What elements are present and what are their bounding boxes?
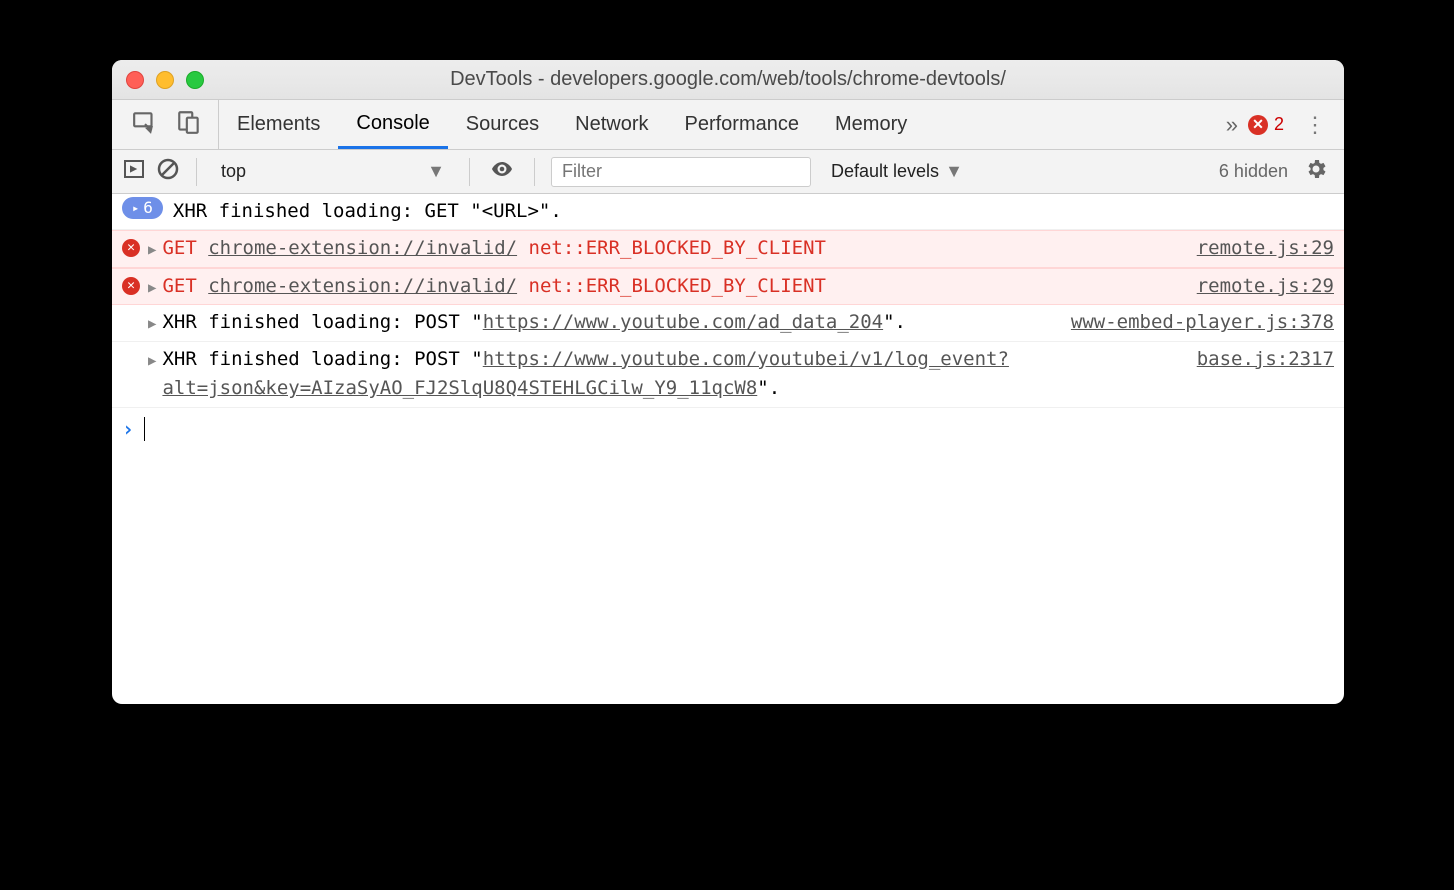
log-error-row[interactable]: ✕ ▶ GET chrome-extension://invalid/ net:… [112, 230, 1344, 267]
error-count-value: 2 [1274, 114, 1284, 135]
more-tabs-icon[interactable]: » [1226, 112, 1234, 138]
log-text: GET chrome-extension://invalid/ net::ERR… [162, 234, 1176, 263]
text-cursor [144, 417, 145, 441]
tab-network[interactable]: Network [557, 100, 666, 149]
http-method: GET [162, 275, 196, 297]
group-count-pill[interactable]: 6 [122, 197, 163, 219]
log-prefix: XHR finished loading: POST " [162, 311, 482, 333]
log-prefix: XHR finished loading: POST " [162, 348, 482, 370]
net-error: net::ERR_BLOCKED_BY_CLIENT [529, 237, 826, 259]
live-expression-icon[interactable] [486, 157, 518, 186]
tab-sources[interactable]: Sources [448, 100, 557, 149]
error-icon: ✕ [122, 239, 140, 257]
chevron-down-icon: ▼ [427, 161, 445, 182]
disclosure-triangle-icon[interactable]: ▶ [148, 278, 156, 300]
separator [196, 158, 197, 186]
execution-context-selector[interactable]: top ▼ [213, 161, 453, 182]
source-link[interactable]: www-embed-player.js:378 [1071, 308, 1334, 337]
minimize-window-button[interactable] [156, 71, 174, 89]
error-icon: ✕ [1248, 115, 1268, 135]
console-log-area[interactable]: 6 XHR finished loading: GET "<URL>". ✕ ▶… [112, 194, 1344, 704]
levels-label: Default levels [831, 161, 939, 182]
log-suffix: ". [883, 311, 906, 333]
source-link[interactable]: remote.js:29 [1197, 234, 1334, 263]
net-error: net::ERR_BLOCKED_BY_CLIENT [529, 275, 826, 297]
url[interactable]: https://www.youtube.com/ad_data_204 [483, 311, 883, 333]
device-toolbar-icon[interactable] [176, 109, 202, 140]
console-settings-icon[interactable] [1298, 157, 1334, 186]
log-levels-selector[interactable]: Default levels ▼ [821, 161, 973, 182]
tabs: Elements Console Sources Network Perform… [219, 100, 925, 149]
tabbar-right: » ✕ 2 ⋮ [1226, 100, 1344, 149]
tabbar-leading-icons [124, 100, 219, 149]
context-label: top [221, 161, 246, 182]
separator [469, 158, 470, 186]
devtools-menu-icon[interactable]: ⋮ [1298, 112, 1332, 138]
window-title: DevTools - developers.google.com/web/too… [112, 68, 1344, 91]
disclosure-triangle-icon[interactable]: ▶ [148, 351, 156, 373]
clear-console-icon[interactable] [156, 157, 180, 186]
tab-elements[interactable]: Elements [219, 100, 338, 149]
log-text: XHR finished loading: POST "https://www.… [162, 308, 1050, 337]
log-group-row[interactable]: 6 XHR finished loading: GET "<URL>". [112, 194, 1344, 230]
traffic-lights [126, 71, 204, 89]
disclosure-triangle-icon[interactable]: ▶ [148, 240, 156, 262]
log-text: XHR finished loading: GET "<URL>". [173, 197, 1334, 226]
source-link[interactable]: remote.js:29 [1197, 272, 1334, 301]
maximize-window-button[interactable] [186, 71, 204, 89]
titlebar: DevTools - developers.google.com/web/too… [112, 60, 1344, 100]
separator [534, 158, 535, 186]
console-prompt[interactable]: › [112, 408, 1344, 451]
log-info-row[interactable]: ▶ XHR finished loading: POST "https://ww… [112, 305, 1344, 341]
log-text: XHR finished loading: POST "https://www.… [162, 345, 1176, 404]
error-icon: ✕ [122, 277, 140, 295]
tab-performance[interactable]: Performance [667, 100, 818, 149]
tabbar: Elements Console Sources Network Perform… [112, 100, 1344, 150]
tab-console[interactable]: Console [338, 100, 447, 149]
url[interactable]: chrome-extension://invalid/ [208, 275, 517, 297]
tab-memory[interactable]: Memory [817, 100, 925, 149]
disclosure-triangle-icon[interactable]: ▶ [148, 314, 156, 336]
close-window-button[interactable] [126, 71, 144, 89]
log-suffix: ". [757, 377, 780, 399]
error-count-badge[interactable]: ✕ 2 [1248, 114, 1284, 135]
prompt-chevron-icon: › [122, 414, 134, 445]
log-error-row[interactable]: ✕ ▶ GET chrome-extension://invalid/ net:… [112, 268, 1344, 305]
toggle-drawer-icon[interactable] [122, 157, 146, 186]
devtools-window: DevTools - developers.google.com/web/too… [112, 60, 1344, 704]
console-toolbar: top ▼ Default levels ▼ 6 hidden [112, 150, 1344, 194]
chevron-down-icon: ▼ [945, 161, 963, 182]
inspect-element-icon[interactable] [132, 109, 158, 140]
log-info-row[interactable]: ▶ XHR finished loading: POST "https://ww… [112, 342, 1344, 408]
filter-input[interactable] [551, 157, 811, 187]
http-method: GET [162, 237, 196, 259]
hidden-messages-count[interactable]: 6 hidden [1219, 161, 1288, 182]
url[interactable]: chrome-extension://invalid/ [208, 237, 517, 259]
source-link[interactable]: base.js:2317 [1197, 345, 1334, 374]
log-text: GET chrome-extension://invalid/ net::ERR… [162, 272, 1176, 301]
